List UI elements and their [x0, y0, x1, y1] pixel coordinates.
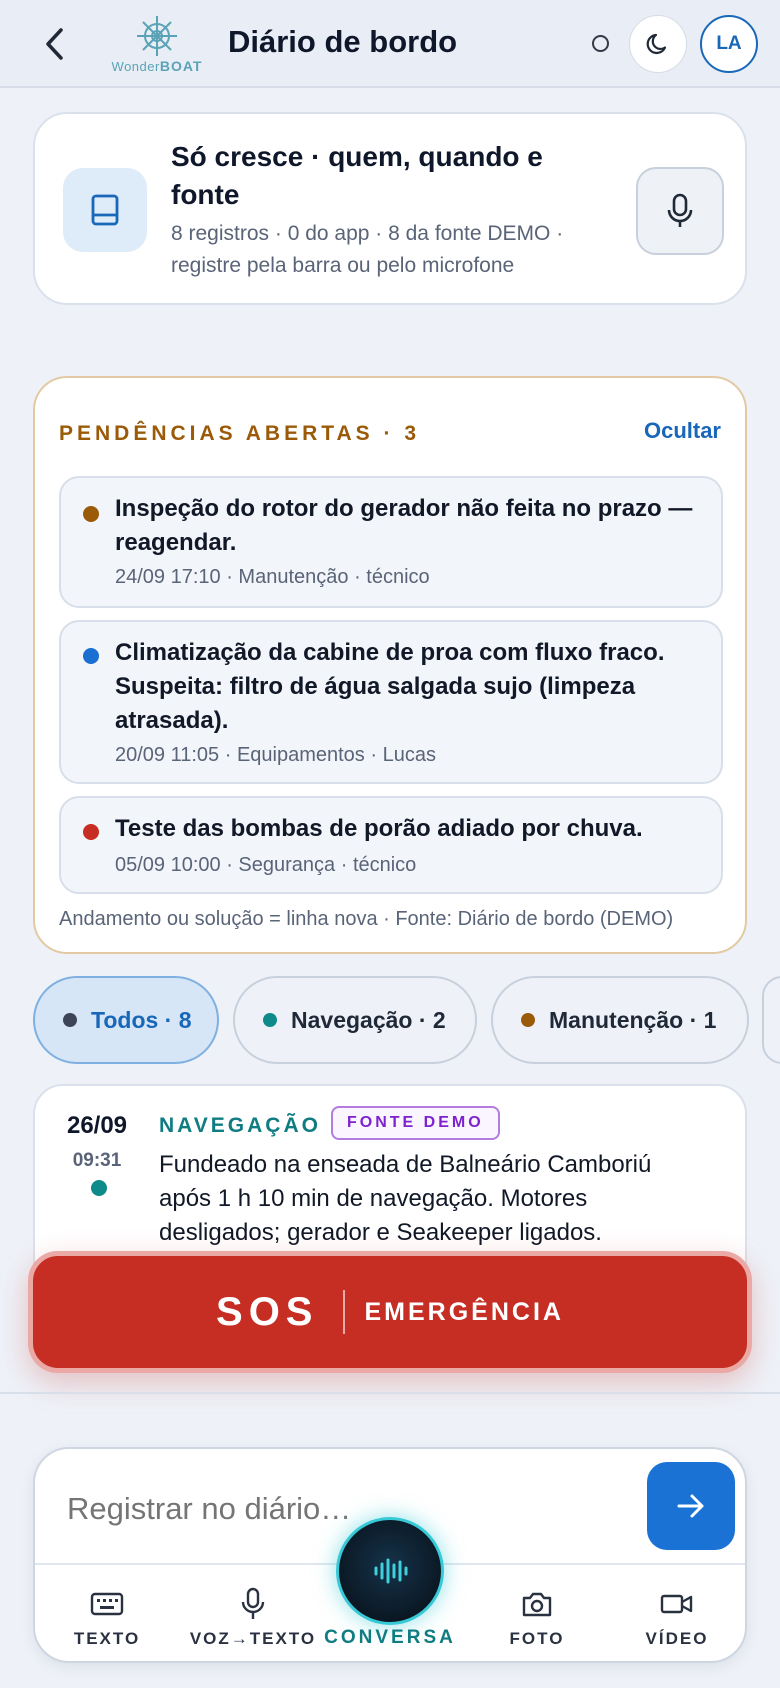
voice-to-text-button[interactable]: VOZ→TEXTO	[183, 1585, 323, 1649]
keyboard-icon	[90, 1592, 124, 1616]
back-button[interactable]	[34, 22, 74, 66]
pending-item-meta: 20/09 11:05 · Equipamentos · Lucas	[115, 744, 436, 766]
pending-item-meta: 05/09 10:00 · Segurança · técnico	[115, 854, 417, 876]
entry-time: 09:31	[72, 1150, 122, 1171]
entry-category-dot	[91, 1180, 107, 1196]
theme-toggle-button[interactable]	[629, 15, 687, 73]
top-bar: WonderBOAT Diário de bordo LA	[0, 0, 780, 88]
pending-item-text: Climatização da cabine de proa com fluxo…	[115, 639, 665, 734]
camera-icon	[522, 1592, 552, 1617]
chip-label: Manutenção · 1	[549, 1006, 717, 1033]
pending-title: PENDÊNCIAS ABERTAS · 3	[59, 422, 421, 445]
moon-icon	[646, 33, 667, 55]
chip-dot	[63, 1013, 77, 1027]
arrow-right-icon	[677, 1494, 704, 1518]
text-tool-label: TEXTO	[73, 1629, 141, 1648]
microphone-icon	[241, 1587, 265, 1619]
book-icon	[91, 194, 119, 226]
photo-tool-button[interactable]: FOTO	[477, 1585, 597, 1649]
pending-item[interactable]: Inspeção do rotor do gerador não feita n…	[59, 476, 723, 608]
connection-status-icon	[592, 35, 609, 52]
conversation-button[interactable]	[336, 1517, 444, 1625]
pending-item-text: Teste das bombas de porão adiado por chu…	[115, 815, 643, 842]
avatar[interactable]: LA	[700, 15, 758, 73]
sos-label: SOS	[216, 1289, 319, 1334]
send-button[interactable]	[647, 1462, 735, 1550]
entry-date: 26/09	[66, 1112, 128, 1139]
pending-status-dot	[83, 824, 99, 840]
hide-pending-link[interactable]: Ocultar	[644, 418, 721, 444]
pending-item[interactable]: Climatização da cabine de proa com fluxo…	[59, 620, 723, 784]
logo-text: WonderBOAT	[111, 58, 203, 74]
pending-card: PENDÊNCIAS ABERTAS · 3 Ocultar Inspeção …	[33, 376, 747, 954]
chip-label: Todos · 8	[91, 1006, 192, 1033]
sos-emergency-button[interactable]: SOS EMERGÊNCIA	[28, 1251, 752, 1373]
microphone-button[interactable]	[636, 167, 724, 255]
voice-to-text-label: VOZ→TEXTO	[189, 1629, 317, 1648]
pending-item[interactable]: Teste das bombas de porão adiado por chu…	[59, 796, 723, 894]
filter-chip-all[interactable]: Todos · 8	[33, 976, 219, 1064]
entry-category: NAVEGAÇÃO	[159, 1114, 321, 1137]
text-tool-button[interactable]: TEXTO	[47, 1585, 167, 1649]
summary-card: Só cresce · quem, quando e fonte 8 regis…	[33, 112, 747, 305]
waveform-icon	[374, 1558, 408, 1584]
ship-wheel-icon	[137, 16, 177, 56]
pending-item-text: Inspeção do rotor do gerador não feita n…	[115, 495, 693, 556]
sos-sublabel: EMERGÊNCIA	[364, 1297, 564, 1326]
book-tile	[63, 168, 147, 252]
chip-dot	[263, 1013, 277, 1027]
pending-footer: Andamento ou solução = linha nova · Font…	[59, 908, 674, 930]
filter-chip-maintenance[interactable]: Manutenção · 1	[491, 976, 749, 1064]
pending-status-dot	[83, 648, 99, 664]
page-title: Diário de bordo	[228, 24, 458, 59]
pending-item-meta: 24/09 17:10 · Manutenção · técnico	[115, 566, 430, 588]
summary-title: Só cresce · quem, quando e fonte	[171, 141, 543, 210]
photo-tool-label: FOTO	[509, 1629, 565, 1648]
microphone-icon	[667, 193, 693, 227]
chip-dot	[521, 1013, 535, 1027]
chip-label: Navegação · 2	[291, 1006, 446, 1033]
entry-text: Fundeado na enseada de Balneário Cambori…	[159, 1151, 652, 1246]
video-tool-button[interactable]: VÍDEO	[617, 1585, 737, 1649]
video-camera-icon	[660, 1594, 693, 1614]
summary-subtitle: 8 registros · 0 do app · 8 da fonte DEMO…	[171, 222, 564, 277]
pending-status-dot	[83, 506, 99, 522]
source-badge: FONTE DEMO	[331, 1106, 500, 1140]
wonderboat-logo: WonderBOAT	[106, 14, 208, 74]
chevron-left-icon	[46, 28, 63, 60]
filter-chip-more[interactable]	[762, 976, 780, 1064]
log-entry-input[interactable]	[67, 1491, 607, 1527]
conversation-label: CONVERSA	[324, 1627, 456, 1648]
video-tool-label: VÍDEO	[645, 1629, 709, 1648]
divider	[0, 1392, 780, 1394]
sos-divider	[342, 1290, 345, 1334]
filter-chip-navigation[interactable]: Navegação · 2	[233, 976, 477, 1064]
